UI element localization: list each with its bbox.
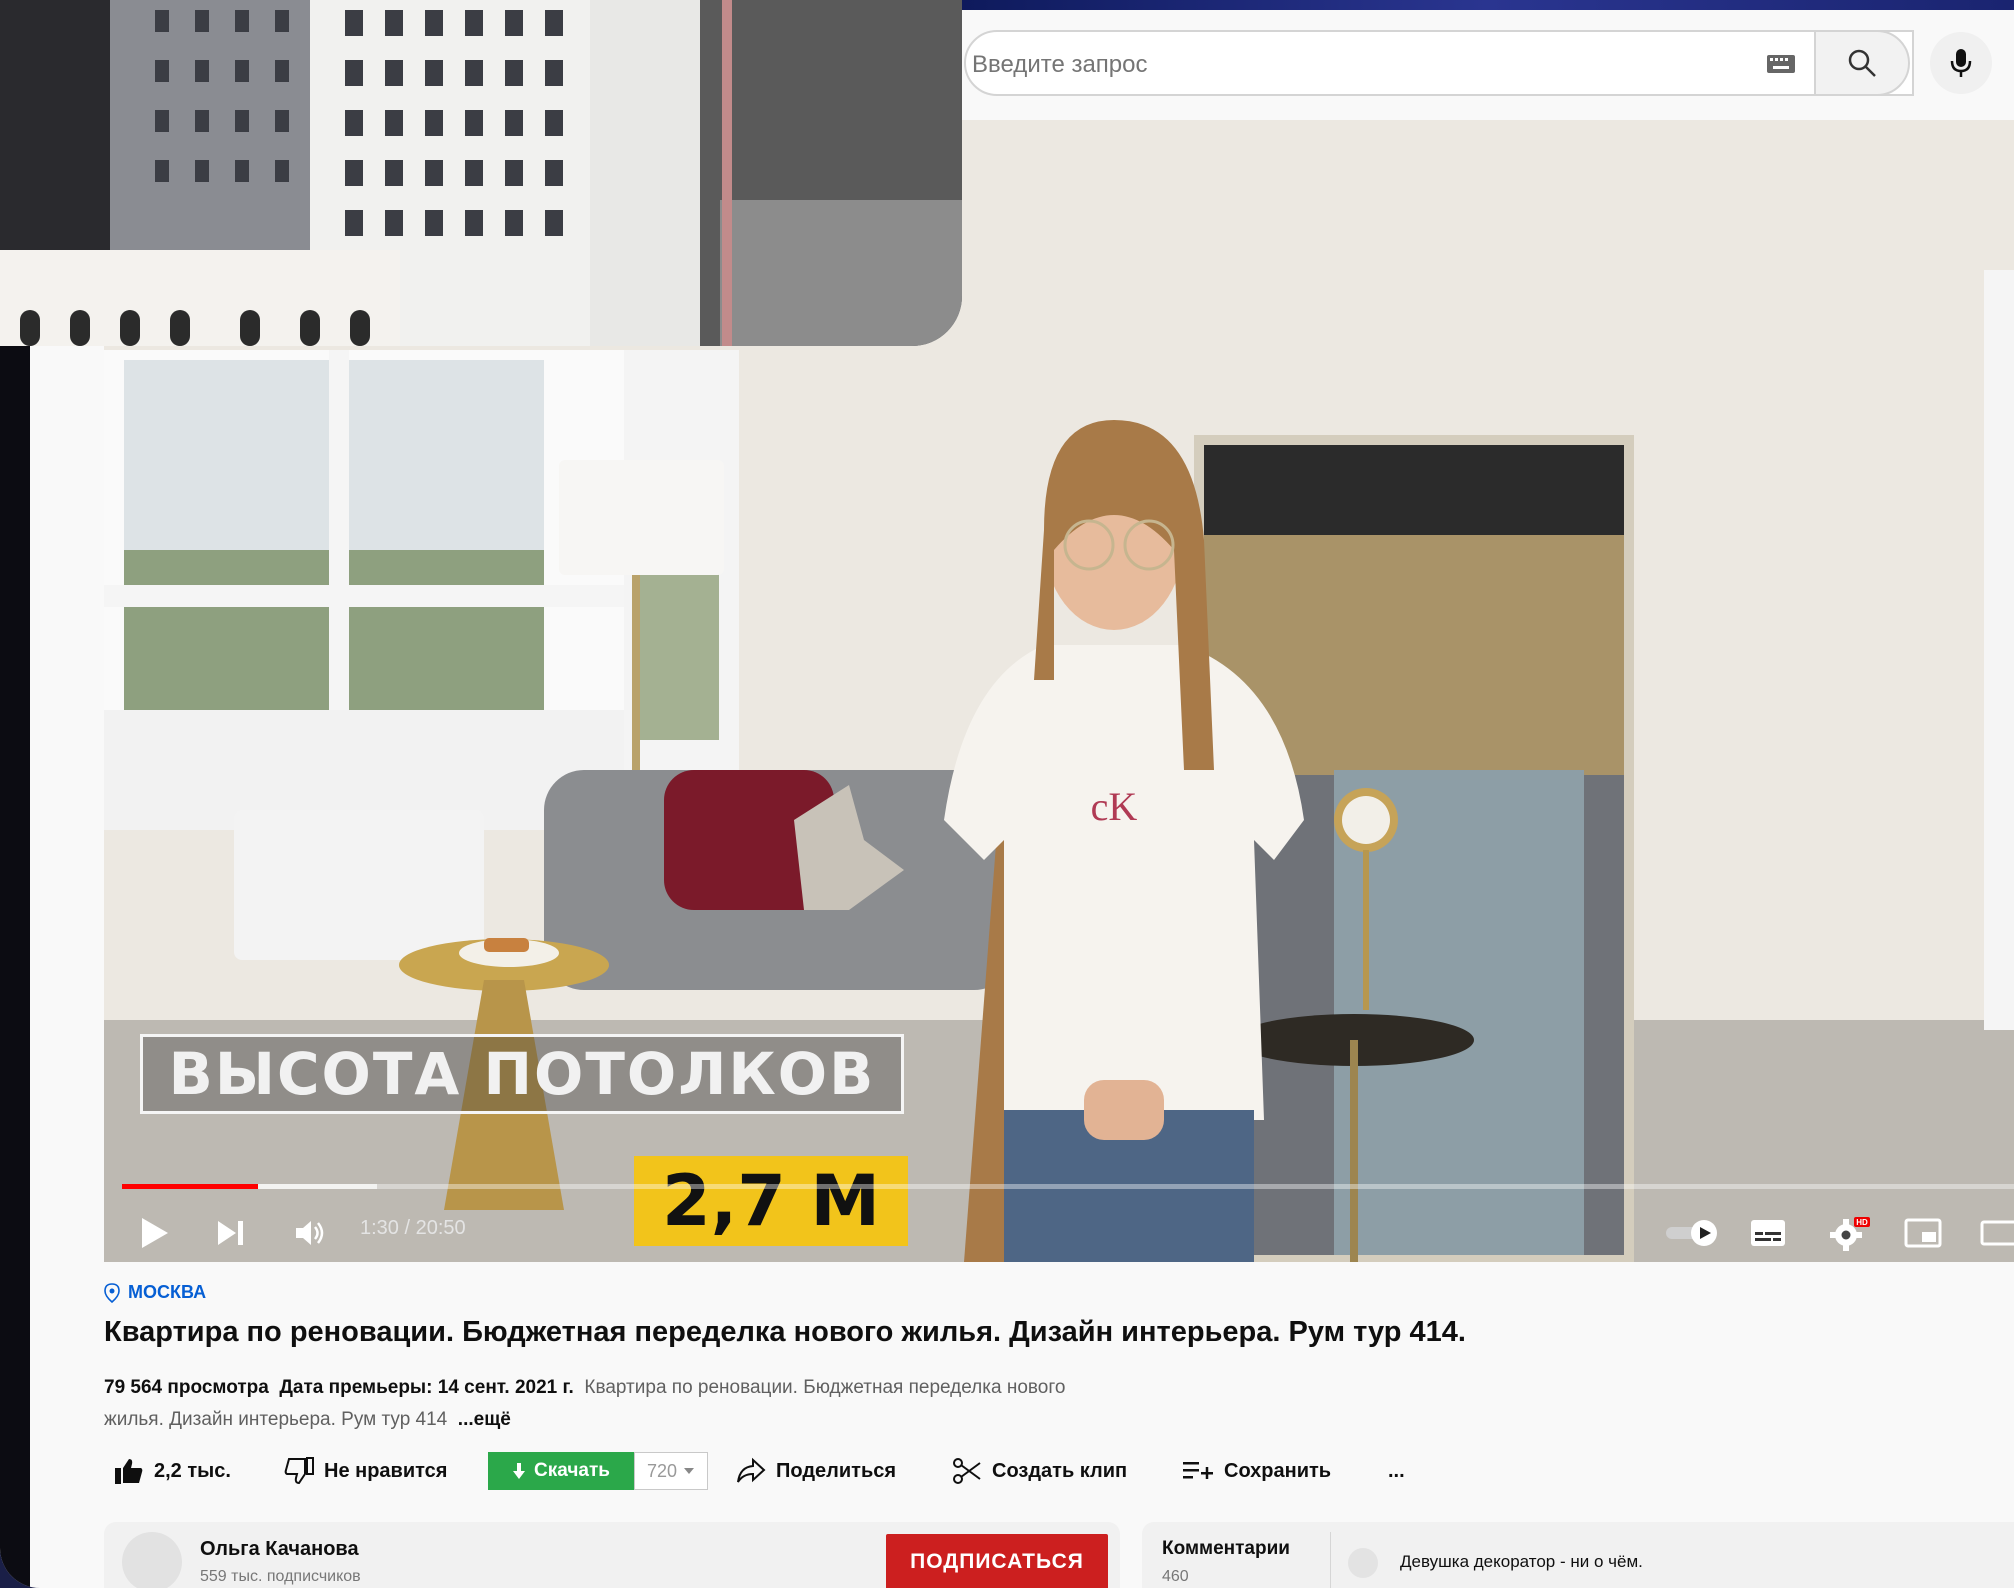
dislike-button[interactable]: Не нравится [284, 1450, 447, 1492]
building-photo [0, 0, 962, 346]
thumbs-down-icon [284, 1457, 314, 1485]
skip-next-icon [218, 1221, 243, 1245]
theater-mode-icon [1980, 1220, 2014, 1246]
create-clip-button[interactable]: Создать клип [952, 1450, 1127, 1492]
thumbs-up-icon [115, 1459, 143, 1484]
save-button[interactable]: Сохранить [1182, 1450, 1331, 1492]
progress-played [122, 1184, 258, 1189]
channel-name[interactable]: Ольга Качанова [200, 1538, 359, 1561]
volume-button[interactable] [294, 1211, 328, 1255]
hd-badge: HD [1856, 1218, 1868, 1227]
miniplayer-button[interactable] [1904, 1211, 1942, 1255]
left-dark-edge [0, 340, 30, 1588]
gear-icon: HD [1830, 1217, 1870, 1251]
subtitles-button[interactable] [1750, 1211, 1786, 1255]
create-clip-label: Создать клип [992, 1459, 1128, 1482]
chevron-down-icon [684, 1468, 695, 1474]
player-controls: 1:30 / 20:50 HD [104, 1205, 2014, 1261]
channel-info: Ольга Качанова 559 тыс. подписчиков ПОДП… [104, 1522, 1120, 1588]
video-description[interactable]: 79 564 просмотра Дата премьеры: 14 сент.… [104, 1372, 1084, 1436]
comments-divider [1330, 1532, 1331, 1588]
search-icon [1848, 49, 1876, 77]
play-button[interactable] [140, 1211, 170, 1255]
building-photo-image [0, 0, 962, 346]
painting-image [1194, 435, 1634, 1262]
window-image [104, 350, 739, 830]
comments-preview[interactable]: Комментарии 460 Девушка декоратор - ни о… [1142, 1522, 2014, 1588]
download-button[interactable]: Скачать [488, 1452, 634, 1490]
location-tag[interactable]: МОСКВА [104, 1282, 206, 1303]
save-label: Сохранить [1224, 1459, 1332, 1482]
right-window-frame [1984, 270, 2014, 1030]
radiator-image [234, 810, 484, 960]
subscribe-button[interactable]: ПОДПИСАТЬСЯ [886, 1534, 1108, 1588]
search-button[interactable] [1814, 30, 1910, 96]
location-label: МОСКВА [128, 1282, 207, 1302]
like-button[interactable]: 2,2 тыс. [114, 1450, 231, 1492]
search-input[interactable] [970, 42, 1754, 88]
more-actions-button[interactable]: ... [1388, 1450, 1405, 1492]
microphone-icon [1950, 49, 1972, 77]
share-icon [737, 1457, 766, 1483]
progress-track[interactable] [122, 1184, 2014, 1189]
premiere-date: Дата премьеры: 14 сент. 2021 г. [279, 1377, 574, 1398]
share-button[interactable]: Поделиться [736, 1450, 896, 1492]
view-count: 79 564 просмотра [104, 1377, 269, 1398]
video-actions: 2,2 тыс. Не нравится Скачать 720 Поделит… [114, 1450, 1414, 1492]
download-label: Скачать [534, 1460, 610, 1481]
autoplay-toggle-icon [1666, 1220, 1717, 1246]
share-label: Поделиться [776, 1459, 897, 1482]
like-count: 2,2 тыс. [154, 1459, 231, 1482]
comments-title: Комментарии [1162, 1538, 1290, 1559]
video-title: Квартира по реновации. Бюджетная передел… [104, 1316, 1466, 1348]
more-actions-label: ... [1388, 1459, 1405, 1482]
voice-search-button[interactable] [1930, 32, 1992, 94]
dislike-label: Не нравится [324, 1459, 448, 1482]
svg-text:cK: cK [1091, 784, 1138, 829]
subscriber-count: 559 тыс. подписчиков [200, 1568, 361, 1585]
play-icon [142, 1218, 168, 1248]
download-arrow-icon [513, 1463, 526, 1479]
show-more-link[interactable]: ...ещё [458, 1409, 511, 1430]
quality-value: 720 [646, 1460, 678, 1481]
theater-mode-button[interactable] [1980, 1211, 2014, 1255]
settings-button[interactable]: HD [1828, 1211, 1872, 1255]
next-button[interactable] [216, 1211, 246, 1255]
avatar[interactable] [122, 1532, 182, 1588]
top-comment: Девушка декоратор - ни о чём. [1400, 1552, 1643, 1571]
subtitles-icon [1751, 1220, 1785, 1246]
quality-select[interactable]: 720 [634, 1452, 708, 1490]
ceiling-height-caption: ВЫСОТА ПОТОЛКОВ [140, 1034, 904, 1114]
time-display: 1:30 / 20:50 [360, 1217, 466, 1239]
sofa-image [544, 770, 1014, 990]
scissors-icon [953, 1458, 981, 1484]
location-pin-icon [104, 1282, 120, 1303]
keyboard-icon[interactable] [1766, 54, 1796, 74]
autoplay-toggle[interactable] [1664, 1211, 1720, 1255]
search-bar[interactable] [964, 30, 1914, 96]
comments-count: 460 [1162, 1568, 1189, 1585]
volume-icon [296, 1221, 324, 1245]
add-to-playlist-icon [1183, 1462, 1213, 1479]
miniplayer-icon [1904, 1218, 1942, 1248]
commenter-avatar [1348, 1548, 1378, 1578]
